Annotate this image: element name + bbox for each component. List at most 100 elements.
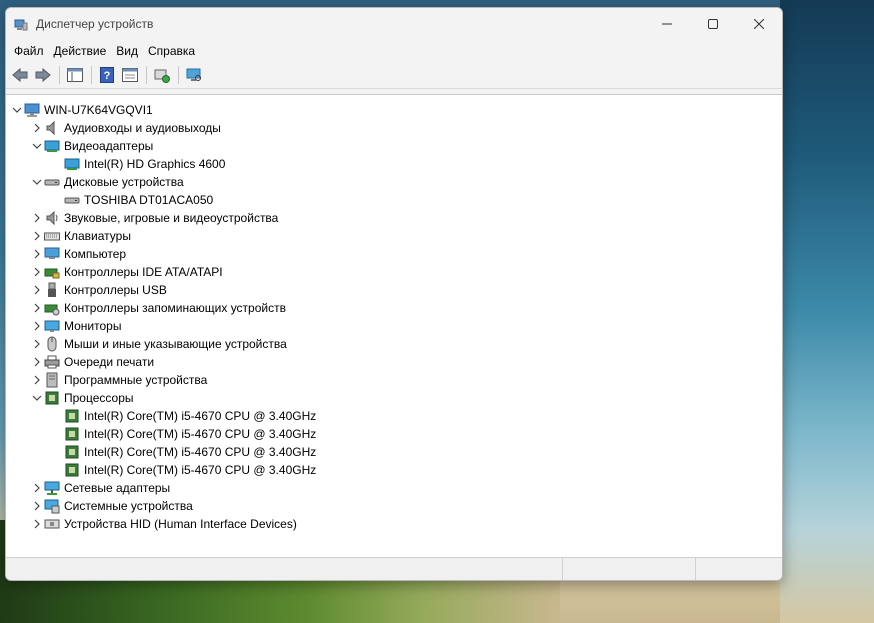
ide-controller-icon	[44, 264, 60, 280]
processor-icon	[64, 426, 80, 442]
tree-device[interactable]: Intel(R) Core(TM) i5-4670 CPU @ 3.40GHz	[6, 461, 782, 479]
tree-category[interactable]: Очереди печати	[6, 353, 782, 371]
usb-icon	[44, 282, 60, 298]
scan-hardware-icon	[186, 68, 201, 81]
category-label: Сетевые адаптеры	[64, 481, 171, 495]
tree-category[interactable]: Контроллеры IDE ATA/ATAPI	[6, 263, 782, 281]
minimize-button[interactable]	[644, 8, 690, 40]
device-manager-icon	[14, 19, 28, 31]
tree-category[interactable]: Процессоры	[6, 389, 782, 407]
tree-device[interactable]: Intel(R) HD Graphics 4600	[6, 155, 782, 173]
tree-category[interactable]: Мониторы	[6, 317, 782, 335]
tree-category[interactable]: Системные устройства	[6, 497, 782, 515]
chevron-right-icon	[34, 123, 40, 133]
tree-root-node[interactable]: WIN-U7K64VGQVI1	[6, 101, 782, 119]
menu-action[interactable]: Действие	[49, 40, 112, 62]
collapse-toggle[interactable]	[10, 103, 24, 117]
device-tree[interactable]: WIN-U7K64VGQVI1 Аудиовходы и аудиовыходы В…	[6, 94, 782, 558]
processor-icon	[64, 408, 80, 424]
monitor-icon	[44, 318, 60, 334]
forward-arrow-icon	[35, 68, 51, 82]
properties-button[interactable]	[119, 64, 141, 86]
tree-category[interactable]: Контроллеры запоминающих устройств	[6, 299, 782, 317]
expand-toggle[interactable]	[30, 517, 44, 531]
tree-device[interactable]: Intel(R) Core(TM) i5-4670 CPU @ 3.40GHz	[6, 425, 782, 443]
collapse-toggle[interactable]	[30, 139, 44, 153]
tree-category[interactable]: Сетевые адаптеры	[6, 479, 782, 497]
console-tree-icon	[67, 68, 83, 82]
scan-hardware-button[interactable]	[183, 64, 205, 86]
category-label: Контроллеры запоминающих устройств	[64, 301, 286, 315]
chevron-right-icon	[34, 267, 40, 277]
expand-toggle[interactable]	[30, 337, 44, 351]
title-bar[interactable]: Диспетчер устройств	[6, 8, 782, 40]
help-button[interactable]: ?	[96, 64, 118, 86]
maximize-button[interactable]	[690, 8, 736, 40]
tree-category[interactable]: Контроллеры USB	[6, 281, 782, 299]
tree-category[interactable]: Видеоадаптеры	[6, 137, 782, 155]
menu-help[interactable]: Справка	[143, 40, 200, 62]
category-label: Очереди печати	[64, 355, 155, 369]
chevron-down-icon	[12, 107, 22, 113]
forward-button[interactable]	[32, 64, 54, 86]
tree-category[interactable]: Звуковые, игровые и видеоустройства	[6, 209, 782, 227]
expand-toggle[interactable]	[30, 499, 44, 513]
printer-icon	[44, 354, 60, 370]
back-button[interactable]	[9, 64, 31, 86]
update-driver-icon	[154, 69, 170, 83]
expand-toggle[interactable]	[30, 121, 44, 135]
menu-view[interactable]: Вид	[111, 40, 143, 62]
tree-category[interactable]: Компьютер	[6, 245, 782, 263]
properties-icon	[122, 68, 138, 82]
expand-toggle[interactable]	[30, 301, 44, 315]
category-label: Дисковые устройства	[64, 175, 184, 189]
close-button[interactable]	[736, 8, 782, 40]
chevron-right-icon	[34, 303, 40, 313]
no-toggle	[50, 157, 64, 171]
software-device-icon	[44, 372, 60, 388]
collapse-toggle[interactable]	[30, 175, 44, 189]
tree-device[interactable]: TOSHIBA DT01ACA050	[6, 191, 782, 209]
expand-toggle[interactable]	[30, 373, 44, 387]
mouse-icon	[44, 336, 60, 352]
category-label: Контроллеры IDE ATA/ATAPI	[64, 265, 223, 279]
tree-category[interactable]: Клавиатуры	[6, 227, 782, 245]
hid-icon	[44, 516, 60, 532]
disk-drive-icon	[64, 192, 80, 208]
update-driver-button[interactable]	[151, 64, 173, 86]
tree-category[interactable]: Мыши и иные указывающие устройства	[6, 335, 782, 353]
collapse-toggle[interactable]	[30, 391, 44, 405]
chevron-right-icon	[34, 357, 40, 367]
device-label: Intel(R) Core(TM) i5-4670 CPU @ 3.40GHz	[84, 463, 317, 477]
tree-category[interactable]: Программные устройства	[6, 371, 782, 389]
expand-toggle[interactable]	[30, 319, 44, 333]
tree-category[interactable]: Аудиовходы и аудиовыходы	[6, 119, 782, 137]
back-arrow-icon	[12, 68, 28, 82]
expand-toggle[interactable]	[30, 283, 44, 297]
category-label: Мониторы	[64, 319, 122, 333]
expand-toggle[interactable]	[30, 481, 44, 495]
expand-toggle[interactable]	[30, 211, 44, 225]
expand-toggle[interactable]	[30, 355, 44, 369]
tree-device[interactable]: Intel(R) Core(TM) i5-4670 CPU @ 3.40GHz	[6, 443, 782, 461]
computer-root-icon	[24, 102, 40, 118]
tree-category[interactable]: Устройства HID (Human Interface Devices)	[6, 515, 782, 533]
computer-name-label: WIN-U7K64VGQVI1	[44, 103, 153, 117]
category-label: Компьютер	[64, 247, 127, 261]
category-label: Мыши и иные указывающие устройства	[64, 337, 287, 351]
expand-toggle[interactable]	[30, 265, 44, 279]
menu-file[interactable]: Файл	[9, 40, 49, 62]
device-label: TOSHIBA DT01ACA050	[84, 193, 214, 207]
storage-controller-icon	[44, 300, 60, 316]
computer-icon	[44, 246, 60, 262]
chevron-right-icon	[34, 231, 40, 241]
tree-category[interactable]: Дисковые устройства	[6, 173, 782, 191]
tree-device[interactable]: Intel(R) Core(TM) i5-4670 CPU @ 3.40GHz	[6, 407, 782, 425]
expand-toggle[interactable]	[30, 229, 44, 243]
category-label: Видеоадаптеры	[64, 139, 154, 153]
category-label: Контроллеры USB	[64, 283, 167, 297]
chevron-right-icon	[34, 249, 40, 259]
expand-toggle[interactable]	[30, 247, 44, 261]
show-hide-console-tree-button[interactable]	[64, 64, 86, 86]
device-label: Intel(R) Core(TM) i5-4670 CPU @ 3.40GHz	[84, 409, 317, 423]
